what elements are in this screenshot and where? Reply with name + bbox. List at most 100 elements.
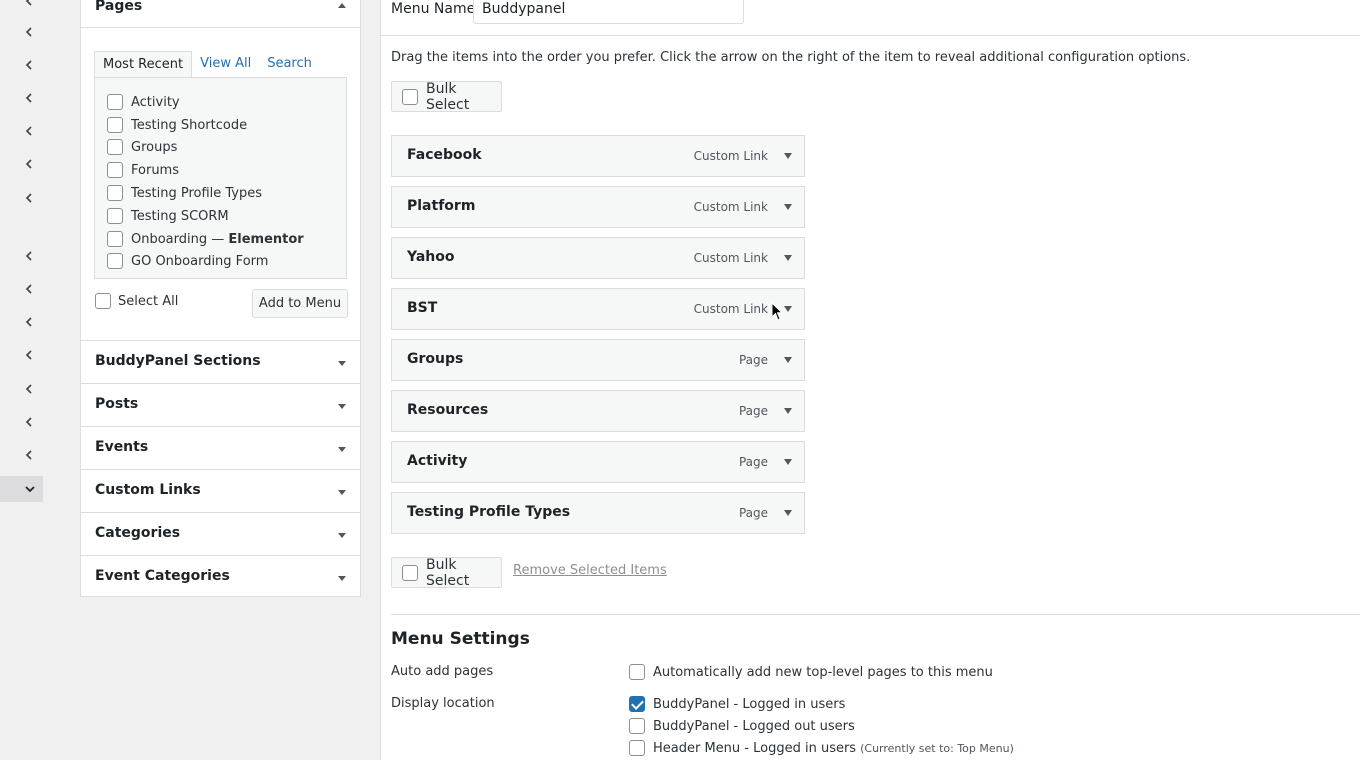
tab-search[interactable]: Search [259,51,320,78]
location-checkbox[interactable] [629,740,645,756]
location-label: Header Menu - Logged in users [653,740,857,756]
accordion-buddypanel-sections[interactable]: BuddyPanel Sections [81,340,360,383]
chevron-left-icon[interactable] [20,122,38,140]
list-item[interactable]: Activity [107,92,180,112]
remove-selected-items-link[interactable]: Remove Selected Items [513,563,667,578]
menu-item[interactable]: BST Custom Link [391,288,805,330]
accordion-events[interactable]: Events [81,426,360,469]
page-checkbox[interactable] [107,253,123,269]
menu-item[interactable]: Groups Page [391,339,805,381]
menu-item[interactable]: Facebook Custom Link [391,135,805,177]
accordion-title: Event Categories [95,568,230,584]
menu-name-input[interactable] [473,0,744,24]
expand-arrow-icon[interactable] [784,153,792,159]
caret-up-icon [338,3,346,8]
chevron-left-icon[interactable] [20,89,38,107]
list-item[interactable]: Onboarding — Elementor [107,229,304,249]
accordion-custom-links[interactable]: Custom Links [81,469,360,512]
location-option[interactable]: Header Menu - Logged in users (Currently… [629,740,1014,756]
page-checkbox[interactable] [107,162,123,178]
accordion-title: Events [95,439,149,455]
page-label-text: Onboarding — [131,231,229,247]
menu-settings-title: Menu Settings [391,629,530,649]
page-checkbox[interactable] [107,139,123,155]
chevron-left-icon[interactable] [20,413,38,431]
location-option[interactable]: BuddyPanel - Logged out users [629,718,855,734]
bulk-select-checkbox[interactable] [402,88,418,105]
page-checkbox[interactable] [107,94,123,110]
accordion-categories[interactable]: Categories [81,512,360,555]
expand-arrow-icon[interactable] [784,357,792,363]
bulk-select-checkbox[interactable] [402,564,418,581]
list-item[interactable]: Testing Profile Types [107,183,262,203]
select-all-label: Select All [118,293,179,309]
menu-item[interactable]: Resources Page [391,390,805,432]
chevron-left-icon[interactable] [20,189,38,207]
list-item[interactable]: GO Onboarding Form [107,251,268,271]
page-label: Testing SCORM [131,208,229,224]
list-item[interactable]: Testing Shortcode [107,115,247,135]
caret-down-icon [338,533,346,538]
chevron-left-icon[interactable] [20,23,38,41]
expand-arrow-icon[interactable] [784,408,792,414]
rail-active-item[interactable] [0,476,43,502]
page-checkbox[interactable] [107,231,123,247]
page-label-bold: Elementor [228,231,304,247]
expand-arrow-icon[interactable] [784,459,792,465]
mouse-cursor-icon [771,302,784,321]
list-item[interactable]: Testing SCORM [107,206,229,226]
chevron-left-icon[interactable] [20,446,38,464]
expand-arrow-icon[interactable] [784,510,792,516]
chevron-left-icon[interactable] [20,280,38,298]
location-checkbox[interactable] [629,718,645,734]
auto-add-checkbox[interactable] [629,664,645,680]
menu-item-type: Page [738,404,768,418]
pages-accordion-header[interactable]: Pages [81,0,360,28]
caret-down-icon [338,447,346,452]
accordion-title: BuddyPanel Sections [95,353,261,369]
menu-item[interactable]: Yahoo Custom Link [391,237,805,279]
menu-item-title: Platform [407,198,476,214]
menu-item-title: Facebook [407,147,482,163]
chevron-left-icon[interactable] [20,56,38,74]
location-checkbox-checked[interactable] [629,696,645,712]
list-item[interactable]: Groups [107,137,177,157]
page-checkbox[interactable] [107,185,123,201]
add-to-menu-button[interactable]: Add to Menu [252,289,348,318]
select-all-checkbox[interactable] [95,293,111,309]
menu-item-type: Custom Link [693,302,768,316]
chevron-left-icon[interactable] [20,0,38,10]
accordion-title: Posts [95,396,139,412]
menu-item[interactable]: Platform Custom Link [391,186,805,228]
most-recent-pages-list[interactable]: Activity Testing Shortcode Groups Forums… [94,77,347,279]
page-checkbox[interactable] [107,208,123,224]
page-label: Testing Profile Types [131,185,263,201]
tab-most-recent[interactable]: Most Recent [94,51,193,78]
menu-name-label: Menu Name [391,1,476,17]
location-option[interactable]: BuddyPanel - Logged in users [629,696,845,712]
auto-add-option[interactable]: Automatically add new top-level pages to… [629,664,993,680]
accordion-title: Custom Links [95,482,201,498]
accordion-event-categories[interactable]: Event Categories [81,555,360,598]
menu-item[interactable]: Testing Profile Types Page [391,492,805,534]
bulk-select-top[interactable]: Bulk Select [391,81,502,113]
chevron-left-icon[interactable] [20,380,38,398]
chevron-left-icon[interactable] [20,155,38,173]
chevron-left-icon[interactable] [20,346,38,364]
list-item[interactable]: Forums [107,160,179,180]
expand-arrow-icon[interactable] [784,204,792,210]
expand-arrow-icon[interactable] [784,306,792,312]
menu-item[interactable]: Activity Page [391,441,805,483]
location-label: BuddyPanel - Logged out users [653,718,855,734]
bulk-select-label: Bulk Select [426,556,470,589]
chevron-left-icon[interactable] [20,313,38,331]
caret-down-icon [338,576,346,581]
expand-arrow-icon[interactable] [784,255,792,261]
chevron-left-icon[interactable] [20,247,38,265]
page-label: Forums [131,162,179,178]
accordion-posts[interactable]: Posts [81,383,360,426]
bulk-select-bottom[interactable]: Bulk Select [391,556,502,589]
tab-view-all[interactable]: View All [192,51,259,78]
select-all-control[interactable]: Select All [95,293,178,309]
page-checkbox[interactable] [107,117,123,133]
